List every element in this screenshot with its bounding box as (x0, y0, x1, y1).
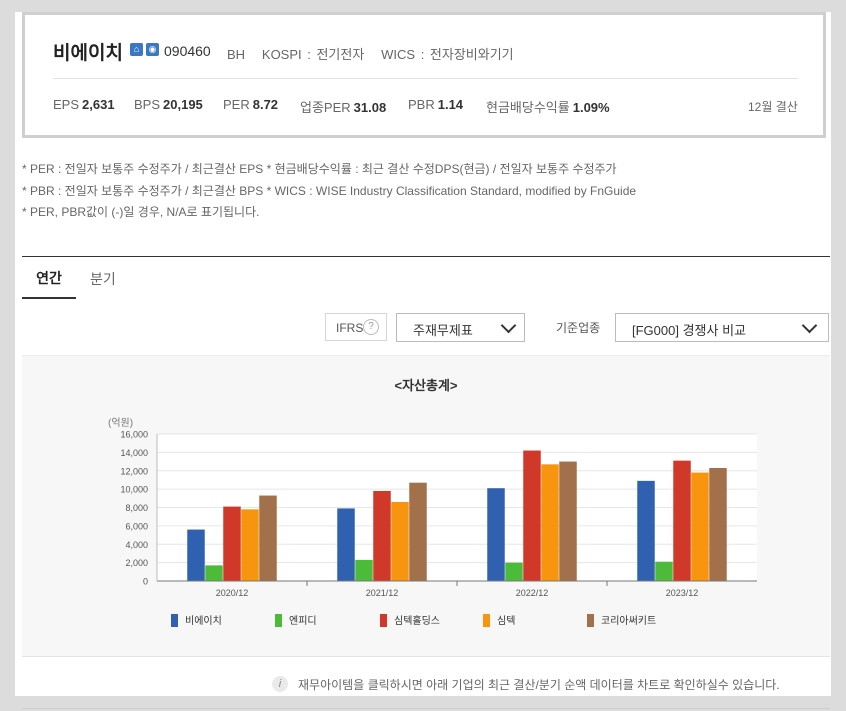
bar[interactable] (691, 472, 709, 581)
x-tick-label: 2020/12 (216, 588, 249, 598)
bar[interactable] (487, 488, 505, 581)
y-tick-label: 14,000 (120, 448, 148, 458)
bar[interactable] (391, 501, 409, 581)
bar[interactable] (223, 506, 241, 581)
legend-swatch (275, 614, 282, 627)
bottom-divider (22, 708, 830, 709)
legend-label[interactable]: 비에이치 (185, 615, 222, 627)
legend-label[interactable]: 코리아써키트 (601, 615, 656, 627)
x-tick-label: 2023/12 (666, 588, 699, 598)
bar[interactable] (505, 562, 523, 581)
bar[interactable] (205, 565, 223, 581)
bar[interactable] (523, 450, 541, 581)
legend-swatch (171, 614, 178, 627)
legend-swatch (587, 614, 594, 627)
y-tick-label: 2,000 (125, 558, 148, 568)
bar[interactable] (709, 467, 727, 581)
bar[interactable] (259, 495, 277, 581)
y-tick-label: 4,000 (125, 540, 148, 550)
y-tick-label: 6,000 (125, 521, 148, 531)
bar[interactable] (409, 482, 427, 581)
bar[interactable] (337, 508, 355, 581)
legend-swatch (483, 614, 490, 627)
y-axis-unit: (억원) (108, 417, 133, 429)
info-icon: i (272, 676, 288, 692)
bar[interactable] (355, 559, 373, 581)
footer-note: 재무아이템을 클릭하시면 아래 기업의 최근 결산/분기 순액 데이터를 차트로… (298, 678, 780, 692)
bar[interactable] (541, 464, 559, 581)
bar[interactable] (187, 529, 205, 581)
y-tick-label: 8,000 (125, 503, 148, 513)
y-tick-label: 12,000 (120, 466, 148, 476)
bar[interactable] (637, 480, 655, 581)
y-tick-label: 16,000 (120, 430, 148, 440)
y-tick-label: 10,000 (120, 485, 148, 495)
legend-label[interactable]: 심텍홀딩스 (394, 614, 440, 627)
bar[interactable] (673, 460, 691, 581)
y-tick-label: 0 (143, 577, 148, 587)
legend-swatch (380, 614, 387, 627)
x-tick-label: 2021/12 (366, 588, 399, 598)
bar[interactable] (559, 461, 577, 581)
bar[interactable] (655, 561, 673, 581)
bar[interactable] (373, 490, 391, 581)
x-tick-label: 2022/12 (516, 588, 549, 598)
bar-chart: (억원) 16,000 14,000 12,000 10,000 8,000 6,000 4… (108, 417, 757, 627)
bar[interactable] (241, 509, 259, 581)
legend-label[interactable]: 엔피디 (289, 615, 317, 627)
legend-label[interactable]: 심텍 (497, 615, 515, 627)
